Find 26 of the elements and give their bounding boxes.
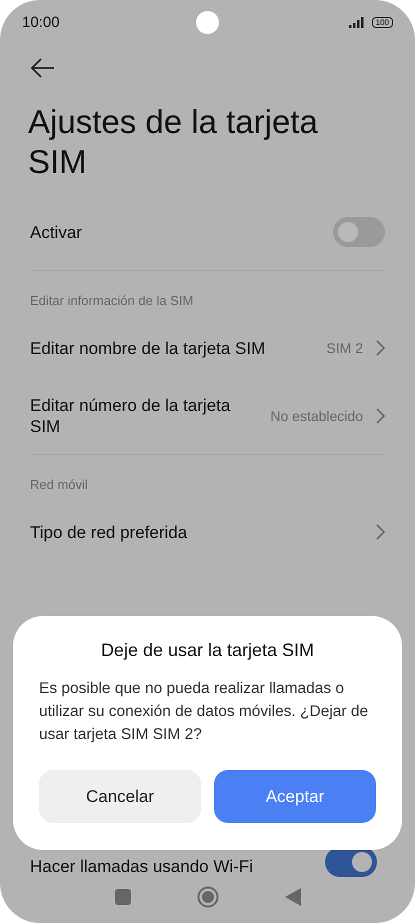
chevron-right-icon	[375, 340, 385, 356]
dialog-message: Es posible que no pueda realizar llamadas o utilizar su conexión de datos móviles. ¿Dejar de usar tarjeta SIM SIM 2?	[39, 679, 370, 745]
setting-label[interactable]: Editar nombre de la tarjeta SIM	[30, 338, 316, 358]
back-arrow-icon[interactable]	[30, 58, 56, 78]
back-icon[interactable]	[284, 888, 300, 906]
accept-button[interactable]: Aceptar	[214, 770, 376, 823]
setting-value: SIM 2	[326, 340, 363, 356]
chevron-right-icon	[375, 524, 385, 540]
setting-label[interactable]: Editar número de la tarjeta SIM	[30, 395, 260, 437]
setting-label: Activar	[30, 222, 83, 242]
toggle-switch[interactable]	[333, 217, 385, 247]
setting-label[interactable]: Hacer llamadas usando Wi-Fi	[30, 856, 253, 877]
section-header: Editar información de la SIM	[29, 292, 194, 310]
status-time: 10:00	[22, 14, 60, 30]
page-title: Ajustes de la tarjeta SIM	[28, 102, 319, 182]
section-header: Red móvil	[29, 476, 89, 494]
recents-icon[interactable]	[114, 889, 130, 905]
toggle-switch[interactable]	[325, 847, 377, 877]
home-icon[interactable]	[196, 886, 218, 908]
battery-icon: 100	[372, 16, 393, 28]
camera-cutout	[196, 11, 219, 34]
chevron-right-icon	[375, 408, 385, 424]
cancel-button[interactable]: Cancelar	[39, 770, 201, 823]
setting-value: No establecido	[270, 408, 363, 424]
setting-label[interactable]: Tipo de red preferida	[30, 522, 365, 542]
dialog-title: Deje de usar la tarjeta SIM	[100, 640, 314, 661]
